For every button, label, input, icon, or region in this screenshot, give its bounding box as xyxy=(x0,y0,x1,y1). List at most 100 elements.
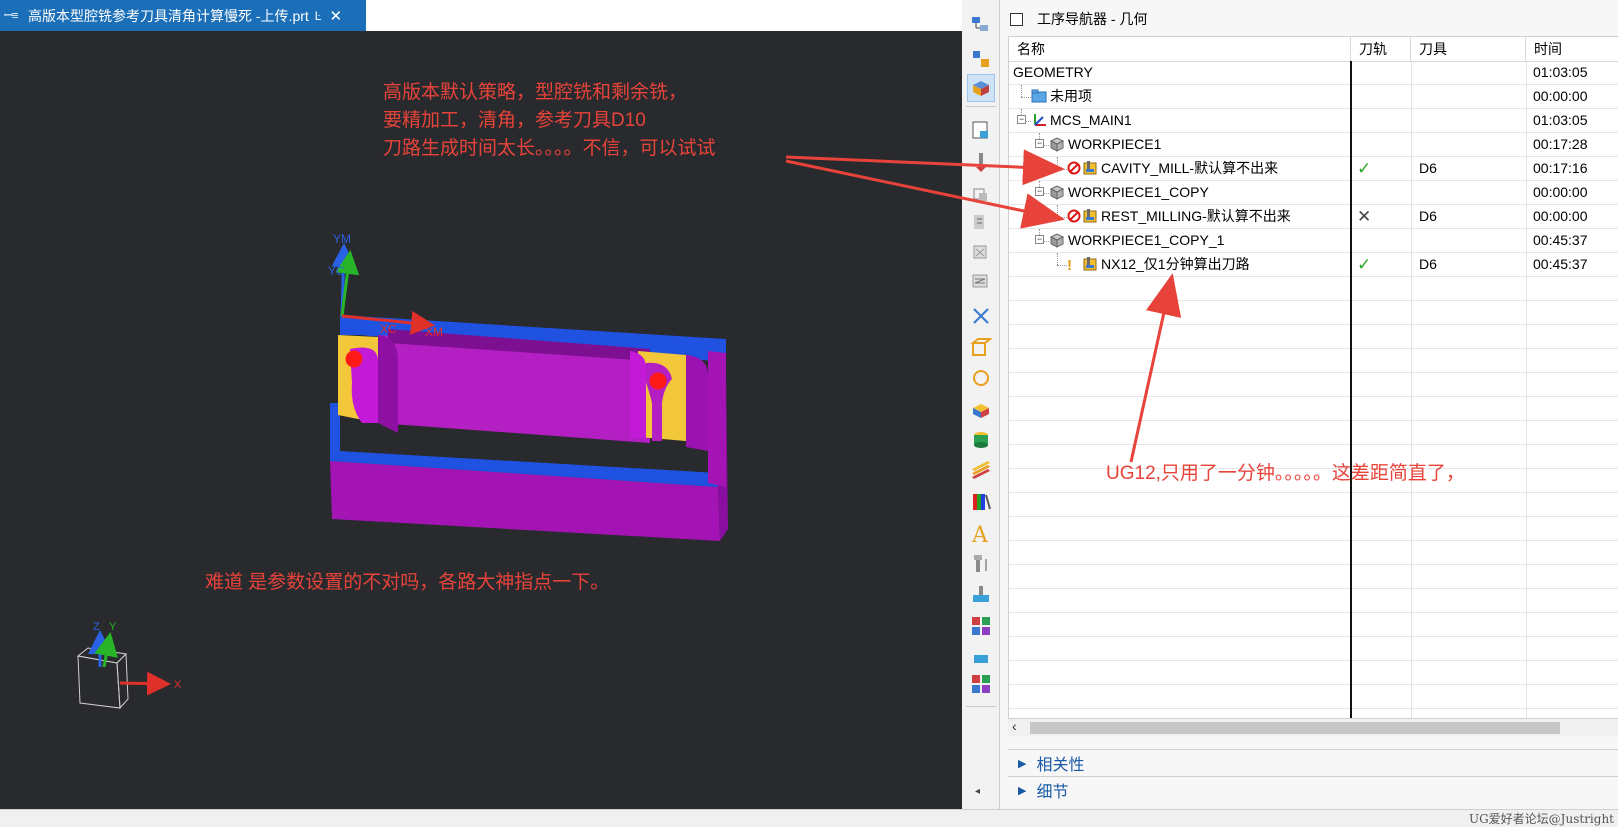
path-ok-icon: ✓ xyxy=(1357,159,1372,178)
xc-label: XC xyxy=(380,322,397,336)
row-name: WORKPIECE1_COPY xyxy=(1068,184,1209,200)
status-bar: UG爱好者论坛@Justright xyxy=(0,809,1618,826)
text-a-icon[interactable] xyxy=(967,580,995,608)
col-name-header[interactable]: 名称 xyxy=(1009,37,1351,61)
empty-row xyxy=(1009,301,1618,325)
column-header: 名称 刀轨 刀具 时间 xyxy=(1009,37,1618,62)
brush-icon[interactable] xyxy=(967,642,995,670)
table-row[interactable]: − WORKPIECE1 00:17:28 xyxy=(1009,133,1618,157)
row-name: NX12_仅1分钟算出刀路 xyxy=(1101,256,1250,272)
row-time: 01:03:05 xyxy=(1533,112,1588,128)
collapse-icon[interactable]: − xyxy=(1035,187,1044,196)
empty-row xyxy=(1009,421,1618,445)
svg-text:A: A xyxy=(971,523,989,545)
col-tool-header[interactable]: 刀具 xyxy=(1411,37,1526,61)
part-model[interactable] xyxy=(330,315,728,541)
color-grid-icon[interactable] xyxy=(967,670,995,698)
row-time: 01:03:05 xyxy=(1533,64,1588,80)
row-time: 00:00:00 xyxy=(1533,184,1588,200)
delete-toolpath-icon[interactable] xyxy=(967,302,995,330)
toolbar-separator xyxy=(966,106,996,107)
table-row[interactable]: − WORKPIECE1_COPY_1 00:45:37 xyxy=(1009,229,1618,253)
col-time-header[interactable]: 时间 xyxy=(1526,37,1618,61)
generate-toolpath-icon[interactable] xyxy=(967,268,995,296)
empty-row xyxy=(1009,541,1618,565)
scroll-thumb[interactable] xyxy=(1030,722,1560,734)
tree-line xyxy=(1057,217,1067,218)
annotation-top: 高版本默认策略，型腔铣和剩余铣， 要精加工，清角，参考刀具D10 刀路生成时间太… xyxy=(383,82,716,159)
empty-row xyxy=(1009,589,1618,613)
navigator-grid[interactable]: 名称 刀轨 刀具 时间 GEOMETRY 01:03:05 未用项 00:00:00−… xyxy=(1008,36,1618,736)
box-icon[interactable] xyxy=(967,396,995,424)
workpiece-icon xyxy=(1049,136,1065,152)
machine-tool-view-icon[interactable] xyxy=(967,45,995,73)
table-row[interactable]: 未用项 00:00:00 xyxy=(1009,85,1618,109)
prohibited-status-icon xyxy=(1067,161,1083,177)
row-name: CAVITY_MILL-默认算不出来 xyxy=(1101,160,1279,176)
ym-label: YM xyxy=(333,232,351,246)
annotation-bottom: 难道 是参数设置的不对吗，各路大神指点一下。 xyxy=(205,572,610,593)
tab-title: 高版本型腔铣参考刀具清角计算慢死 -上传.prt xyxy=(28,7,309,24)
create-program-icon[interactable] xyxy=(967,116,995,144)
collapse-icon[interactable]: − xyxy=(1035,235,1044,244)
pin-icon[interactable]: Ŀ xyxy=(315,9,322,23)
panel-details[interactable]: ▶ 细节 xyxy=(1008,776,1618,803)
horizontal-scrollbar[interactable]: ‹ xyxy=(1008,718,1618,736)
scroll-left-icon[interactable]: ‹ xyxy=(1012,718,1017,734)
navigator-title: 工序导航器 - 几何 xyxy=(1037,11,1148,27)
verify-toolpath-icon[interactable] xyxy=(967,334,995,362)
watermark: UG爱好者论坛@Justright xyxy=(1468,812,1614,826)
tree-line xyxy=(1057,169,1067,170)
col-path-header[interactable]: 刀轨 xyxy=(1351,37,1411,61)
layers-icon[interactable]: A xyxy=(967,520,995,548)
prohibited-status-icon xyxy=(1067,209,1083,225)
document-tab[interactable]: ꟷ≡ 高版本型腔铣参考刀具清角计算慢死 -上传.prt Ŀ ✕ xyxy=(0,0,366,31)
table-row[interactable]: ! NX12_仅1分钟算出刀路 ✓ D6 00:45:37 xyxy=(1009,253,1618,277)
create-tool-icon[interactable] xyxy=(967,148,995,176)
cylinder-icon[interactable] xyxy=(967,488,995,516)
document-tab-bar: ꟷ≡ 高版本型腔铣参考刀具清角计算慢死 -上传.prt Ŀ ✕ xyxy=(0,0,962,31)
empty-row xyxy=(1009,565,1618,589)
tool-holder-icon[interactable] xyxy=(967,612,995,640)
toolbar-scroll-icon[interactable]: ◂ xyxy=(975,786,980,797)
collapse-icon[interactable]: − xyxy=(1017,115,1026,124)
create-operation-icon[interactable] xyxy=(967,238,995,266)
empty-row xyxy=(1009,349,1618,373)
workpiece-icon xyxy=(1049,184,1065,200)
close-tab-icon[interactable]: ✕ xyxy=(329,7,342,25)
tree-line xyxy=(1021,97,1031,98)
tree-line xyxy=(1057,157,1058,169)
row-name: GEOMETRY xyxy=(1013,64,1093,80)
view-triad[interactable]: Z Y X xyxy=(76,621,182,710)
color-gradient-icon[interactable] xyxy=(967,550,995,578)
create-method-icon[interactable] xyxy=(967,208,995,236)
create-geometry-icon[interactable] xyxy=(967,180,995,208)
row-name: 未用项 xyxy=(1050,88,1092,104)
table-row[interactable]: REST_MILLING-默认算不出来 ✕ D6 00:00:00 xyxy=(1009,205,1618,229)
resource-toolbar: A ◂ xyxy=(962,0,1000,809)
part-right-wall xyxy=(708,351,726,487)
table-row[interactable]: − WORKPIECE1_COPY 00:00:00 xyxy=(1009,181,1618,205)
circle-icon[interactable] xyxy=(967,426,995,454)
geometry-view-icon[interactable] xyxy=(967,74,995,102)
panel-dependencies[interactable]: ▶ 相关性 xyxy=(1008,749,1618,776)
right-pocket-corner xyxy=(630,351,646,439)
row-name: MCS_MAIN1 xyxy=(1050,112,1132,128)
graphics-viewport[interactable]: YM YC XC XM Z Y X 高版本默认策略，型腔铣和剩余铣， 要精加工，… xyxy=(0,31,962,809)
expand-triangle-icon: ▶ xyxy=(1018,784,1027,797)
simulate-icon[interactable] xyxy=(967,364,995,392)
folder-icon xyxy=(1031,88,1047,104)
program-order-view-icon[interactable] xyxy=(967,12,995,40)
block-icon[interactable] xyxy=(967,456,995,484)
operation-icon xyxy=(1082,208,1098,224)
navigator-checkbox[interactable] xyxy=(1010,12,1023,26)
table-row[interactable]: − MCS_MAIN1 01:03:05 xyxy=(1009,109,1618,133)
tree-line xyxy=(1057,253,1058,265)
empty-row xyxy=(1009,493,1618,517)
collapse-icon[interactable]: − xyxy=(1035,139,1044,148)
tree-line xyxy=(1057,265,1067,266)
table-row[interactable]: GEOMETRY 01:03:05 xyxy=(1009,61,1618,85)
row-tool: D6 xyxy=(1419,160,1437,176)
table-row[interactable]: CAVITY_MILL-默认算不出来 ✓ D6 00:17:16 xyxy=(1009,157,1618,181)
navigator-header: 工序导航器 - 几何 xyxy=(1000,6,1618,32)
